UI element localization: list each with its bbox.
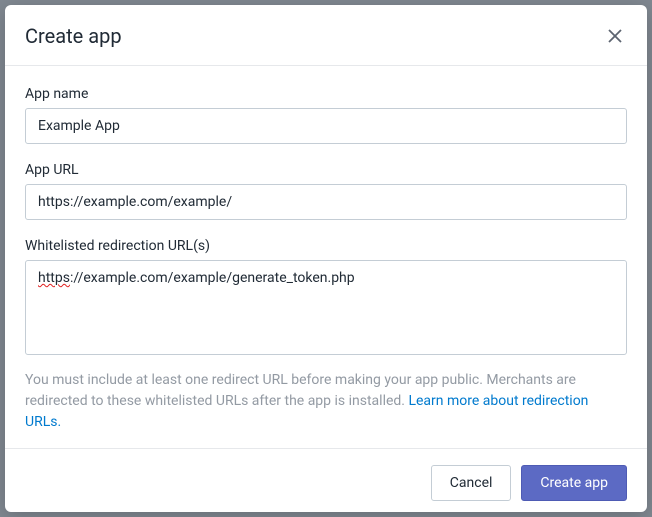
app-name-input[interactable]: [25, 108, 627, 144]
modal-header: Create app: [5, 5, 647, 66]
app-url-input[interactable]: [25, 184, 627, 220]
app-url-label: App URL: [25, 162, 627, 178]
create-app-modal: Create app App name App URL Whitelisted …: [5, 5, 647, 512]
textarea-value-rest: ://example.com/example/generate_token.ph…: [70, 270, 355, 286]
app-name-group: App name: [25, 86, 627, 144]
whitelisted-url-textarea[interactable]: https://example.com/example/generate_tok…: [25, 260, 627, 355]
whitelisted-url-group: Whitelisted redirection URL(s) https://e…: [25, 238, 627, 355]
whitelisted-url-label: Whitelisted redirection URL(s): [25, 238, 627, 254]
help-text: You must include at least one redirect U…: [25, 370, 627, 433]
textarea-value-spell: https: [38, 270, 70, 286]
modal-body: App name App URL Whitelisted redirection…: [5, 66, 647, 448]
cancel-button[interactable]: Cancel: [431, 465, 512, 501]
modal-title: Create app: [25, 24, 122, 48]
app-url-group: App URL: [25, 162, 627, 220]
close-icon: [607, 28, 623, 44]
create-app-button[interactable]: Create app: [521, 465, 627, 501]
close-button[interactable]: [603, 24, 627, 48]
app-name-label: App name: [25, 86, 627, 102]
modal-footer: Cancel Create app: [5, 448, 647, 517]
